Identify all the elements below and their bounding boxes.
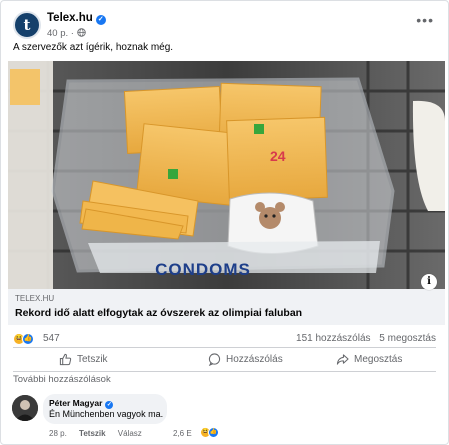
condom-box-illustration: 24	[8, 61, 445, 289]
comment-text: Én Münchenben vagyok ma.	[49, 409, 164, 419]
share-arrow-icon	[336, 353, 349, 365]
comment-author-row: Péter Magyar ✓	[49, 398, 114, 409]
person-silhouette-icon	[12, 395, 38, 421]
comment-reply-button[interactable]: Válasz	[118, 429, 142, 438]
comment-label: Hozzászólás	[226, 353, 283, 365]
comment-like-button[interactable]: Tetszik	[79, 429, 106, 438]
comment-reaction-count: 2,6 E	[173, 429, 192, 438]
link-preview[interactable]: i TELEX.HU Rekord idő alatt elfogytak az…	[8, 274, 445, 325]
page-avatar[interactable]: t	[13, 11, 41, 39]
like-button[interactable]: Tetszik	[59, 351, 108, 367]
more-icon[interactable]: •••	[416, 12, 434, 28]
info-icon[interactable]: i	[421, 274, 437, 290]
share-button[interactable]: Megosztás	[336, 351, 402, 367]
more-comments-link[interactable]: További hozzászólások	[13, 374, 111, 385]
page-name-row: Telex.hu ✓	[47, 12, 106, 25]
dot-separator: ·	[70, 28, 74, 39]
link-title[interactable]: Rekord idő alatt elfogytak az óvszerek a…	[15, 307, 302, 319]
like-reaction-icon: 👍	[22, 333, 34, 345]
comments-shares-count: 151 hozzászólás 5 megosztás	[296, 333, 436, 344]
link-domain: TELEX.HU	[15, 294, 55, 303]
shares-count[interactable]: 5 megosztás	[379, 333, 436, 344]
share-label: Megosztás	[354, 353, 403, 365]
post-meta: 40 p. ·	[47, 28, 86, 39]
box-label: CONDOMS	[155, 260, 251, 279]
comment-time[interactable]: 28 p.	[49, 429, 67, 438]
comment-bubble: Péter Magyar ✓ Én Münchenben vagyok ma.	[43, 394, 167, 424]
post-text: A szervezők azt ígérik, hoznak még.	[13, 42, 174, 53]
comment-reactions[interactable]: 2,6 E 😆 👍	[173, 427, 219, 438]
globe-icon	[76, 28, 86, 37]
reactions-count[interactable]: 547	[43, 333, 60, 344]
post-image[interactable]: 24 CONDOMS	[8, 61, 445, 289]
post-stats: 😆 👍 547 151 hozzászólás 5 megosztás	[13, 333, 436, 347]
verified-badge-icon: ✓	[105, 401, 114, 409]
post-header: t Telex.hu ✓ 40 p. · •••	[13, 9, 438, 43]
like-label: Tetszik	[77, 353, 108, 365]
post-time[interactable]: 40 p.	[47, 28, 68, 39]
page-name[interactable]: Telex.hu	[47, 12, 93, 24]
feed-post: t Telex.hu ✓ 40 p. · ••• A szervezők azt …	[0, 0, 449, 445]
comment-bubble-icon	[208, 352, 221, 366]
commenter-avatar[interactable]	[12, 395, 38, 421]
comment-footer: 28 p. Tetszik Válasz 2,6 E 😆 👍	[49, 427, 219, 438]
comment-button[interactable]: Hozzászólás	[208, 351, 283, 367]
divider	[13, 371, 436, 372]
like-reaction-icon: 👍	[208, 427, 219, 438]
post-actions: Tetszik Hozzászólás Megosztás	[13, 347, 436, 371]
verified-badge-icon: ✓	[95, 15, 106, 25]
comments-count[interactable]: 151 hozzászólás	[296, 333, 371, 344]
thumbs-up-icon	[59, 353, 72, 365]
comment-author[interactable]: Péter Magyar	[49, 398, 102, 408]
svg-text:24: 24	[270, 148, 286, 164]
